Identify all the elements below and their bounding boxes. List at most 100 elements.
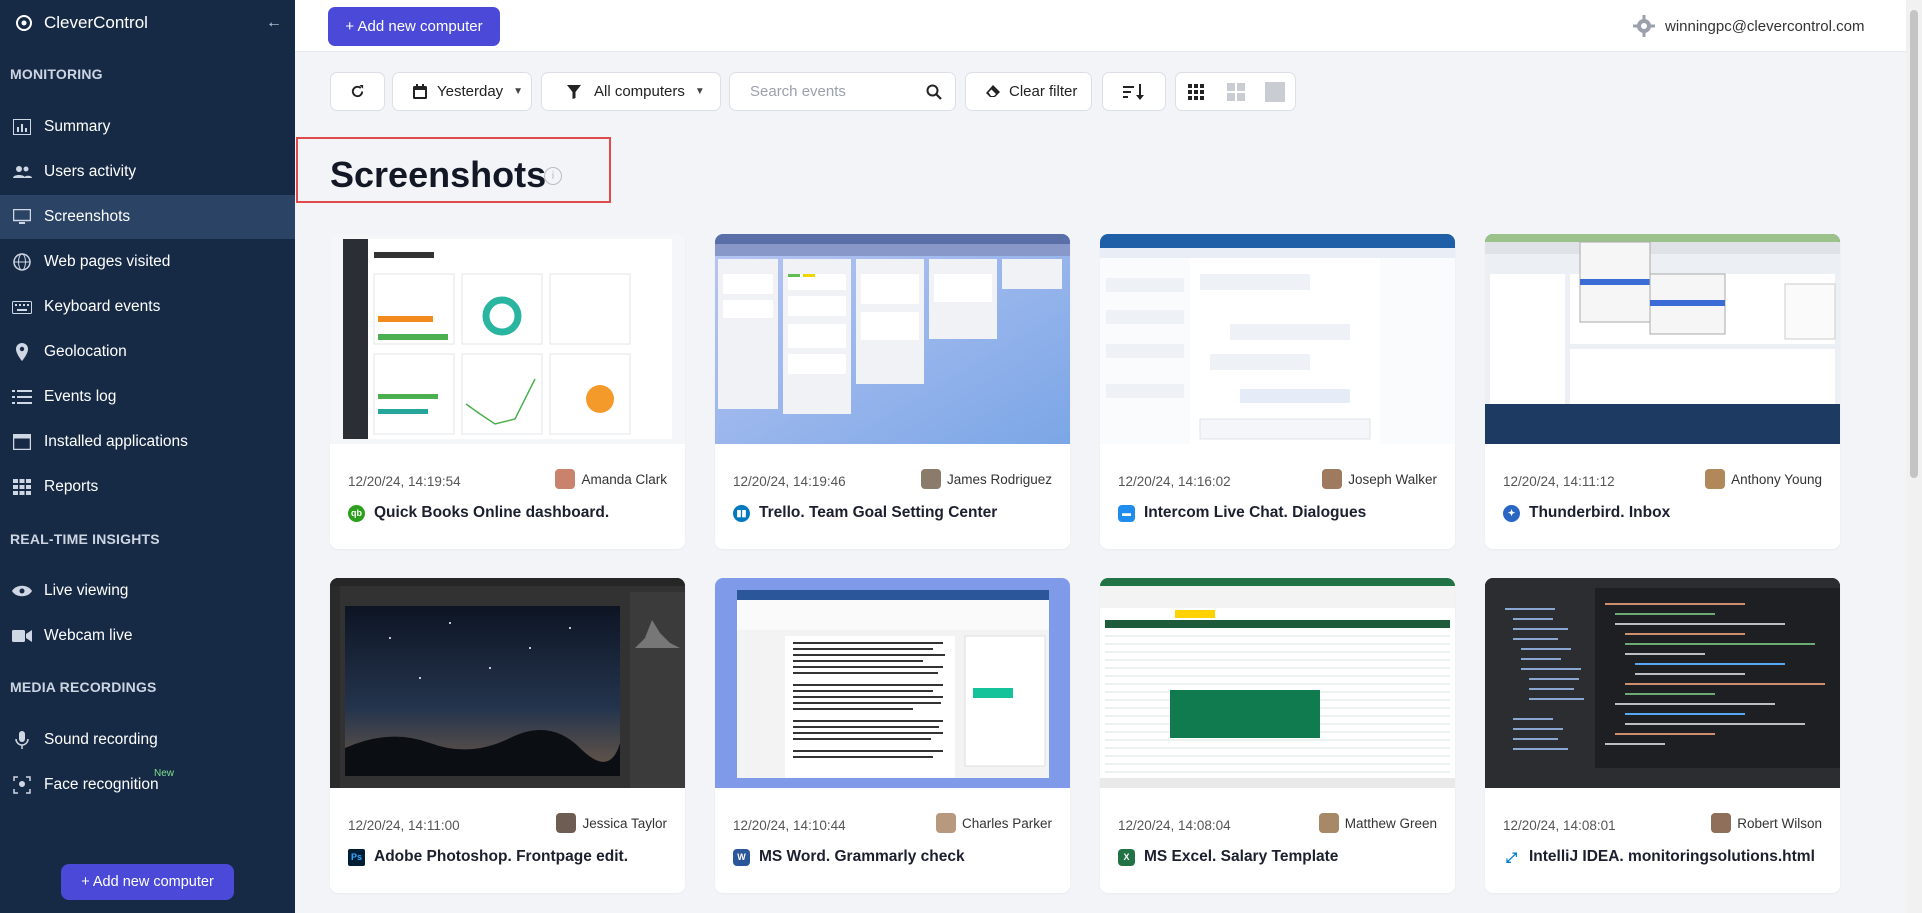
- screenshot-caption: ▮▮ Trello. Team Goal Setting Center: [733, 504, 997, 522]
- brand[interactable]: CleverControl ←: [0, 0, 295, 46]
- caption-text: MS Excel. Salary Template: [1144, 848, 1339, 865]
- sidebar-add-computer-button[interactable]: + Add new computer: [61, 864, 234, 900]
- screenshot-user: Joseph Walker: [1322, 469, 1437, 489]
- search-input[interactable]: [750, 83, 920, 100]
- screenshot-thumbnail[interactable]: [330, 578, 685, 788]
- screenshot-card[interactable]: 12/20/24, 14:10:44 Charles Parker W MS W…: [715, 578, 1070, 893]
- video-camera-icon: [12, 626, 32, 646]
- clevercontrol-logo-icon: [16, 15, 32, 31]
- sidebar-item-reports[interactable]: Reports: [0, 465, 295, 509]
- section-monitoring: MONITORING: [10, 66, 103, 82]
- screenshot-card[interactable]: 12/20/24, 14:08:04 Matthew Green X MS Ex…: [1100, 578, 1455, 893]
- sidebar-item-label: Web pages visited: [44, 253, 171, 270]
- clear-filter-button[interactable]: Clear filter: [965, 72, 1092, 111]
- sidebar-item-webcam-live[interactable]: Webcam live: [0, 614, 295, 658]
- map-pin-icon: [12, 342, 32, 362]
- caption-text: MS Word. Grammarly check: [759, 848, 965, 865]
- bar-chart-icon: [12, 117, 32, 137]
- screenshot-user: Jessica Taylor: [556, 813, 667, 833]
- screenshot-thumbnail[interactable]: [715, 234, 1070, 444]
- vscode-icon: ⤢: [1503, 848, 1520, 866]
- chevron-down-icon: ▼: [694, 86, 705, 97]
- grid-icon: [12, 477, 32, 497]
- screenshot-thumbnail[interactable]: [715, 578, 1070, 788]
- screenshot-card[interactable]: 12/20/24, 14:11:00 Jessica Taylor Ps Ado…: [330, 578, 685, 893]
- view-switcher: [1175, 72, 1296, 111]
- page-scrollbar[interactable]: [1906, 0, 1922, 913]
- info-icon[interactable]: i: [544, 167, 562, 185]
- thunderbird-icon: ✦: [1503, 504, 1520, 522]
- refresh-icon: [351, 84, 364, 98]
- sidebar-item-screenshots[interactable]: Screenshots: [0, 195, 295, 239]
- grid-small-view-button[interactable]: [1176, 73, 1216, 110]
- computer-filter-dropdown[interactable]: All computers ▼: [541, 72, 721, 111]
- user-name: Charles Parker: [961, 815, 1052, 831]
- sidebar-item-summary[interactable]: Summary: [0, 105, 295, 149]
- gear-icon: [1633, 15, 1655, 37]
- sidebar-item-live-viewing[interactable]: Live viewing: [0, 569, 295, 613]
- refresh-button[interactable]: [330, 72, 385, 111]
- collapse-sidebar-icon[interactable]: ←: [266, 14, 282, 32]
- screenshot-thumbnail[interactable]: [330, 234, 685, 444]
- single-view-icon: [1265, 81, 1286, 102]
- sidebar-item-installed-applications[interactable]: Installed applications: [0, 420, 295, 464]
- scrollbar-thumb[interactable]: [1910, 10, 1918, 478]
- avatar: [935, 813, 956, 833]
- chevron-down-icon: ▼: [513, 86, 524, 97]
- user-name: Amanda Clark: [581, 471, 667, 487]
- microphone-icon: [12, 730, 32, 750]
- add-computer-button[interactable]: + Add new computer: [328, 7, 500, 46]
- grid-large-view-button[interactable]: [1216, 73, 1256, 110]
- screenshot-user: Matthew Green: [1318, 813, 1437, 833]
- screenshot-caption: Ps Adobe Photoshop. Frontpage edit.: [348, 848, 628, 866]
- sidebar: CleverControl ← MONITORING Summary Users…: [0, 0, 295, 913]
- screenshot-card[interactable]: 12/20/24, 14:19:54 Amanda Clark qb Quick…: [330, 234, 685, 549]
- sidebar-item-web-pages[interactable]: Web pages visited: [0, 240, 295, 284]
- screenshot-time: 12/20/24, 14:11:00: [348, 818, 460, 833]
- caption-text: Quick Books Online dashboard.: [374, 504, 610, 521]
- sidebar-item-users-activity[interactable]: Users activity: [0, 150, 295, 194]
- screenshot-time: 12/20/24, 14:08:01: [1503, 818, 1616, 833]
- sidebar-item-label: Geolocation: [44, 343, 127, 360]
- sidebar-item-label: Keyboard events: [44, 298, 161, 315]
- sidebar-item-sound-recording[interactable]: Sound recording: [0, 718, 295, 762]
- screenshot-card[interactable]: 12/20/24, 14:11:12 Anthony Young ✦ Thund…: [1485, 234, 1840, 549]
- sidebar-item-label: Users activity: [44, 163, 137, 180]
- date-filter-label: Yesterday: [437, 83, 504, 100]
- search-icon[interactable]: [926, 84, 942, 100]
- clear-filter-label: Clear filter: [1009, 83, 1078, 100]
- sidebar-item-label: Summary: [44, 118, 111, 135]
- sidebar-item-label: Events log: [44, 388, 117, 405]
- user-name: Joseph Walker: [1348, 471, 1437, 487]
- sidebar-item-geolocation[interactable]: Geolocation: [0, 330, 295, 374]
- screenshot-card[interactable]: 12/20/24, 14:19:46 James Rodriguez ▮▮ Tr…: [715, 234, 1070, 549]
- screenshot-user: Charles Parker: [935, 813, 1052, 833]
- word-icon: W: [733, 848, 750, 866]
- sidebar-item-label: Installed applications: [44, 433, 188, 450]
- screenshot-card[interactable]: 12/20/24, 14:08:01 Robert Wilson ⤢ Intel…: [1485, 578, 1840, 893]
- avatar: [1318, 813, 1339, 833]
- sidebar-item-face-recognition[interactable]: Face recognition New: [0, 763, 295, 807]
- keyboard-icon: [12, 297, 32, 317]
- section-realtime: REAL-TIME INSIGHTS: [10, 531, 160, 547]
- sort-button[interactable]: [1102, 72, 1166, 111]
- avatar: [920, 469, 941, 489]
- face-scan-icon: [12, 775, 32, 795]
- screenshot-thumbnail[interactable]: [1485, 234, 1840, 444]
- screenshot-thumbnail[interactable]: [1100, 578, 1455, 788]
- sort-icon: [1123, 83, 1144, 100]
- user-menu[interactable]: winningpc@clevercontrol.com: [1633, 15, 1864, 37]
- screenshot-caption: ✦ Thunderbird. Inbox: [1503, 504, 1670, 522]
- sidebar-item-label: Reports: [44, 478, 99, 495]
- screenshot-caption: ⤢ IntelliJ IDEA. monitoringsolutions.htm…: [1503, 848, 1815, 866]
- sidebar-item-label: Face recognition: [44, 776, 159, 793]
- screenshot-thumbnail[interactable]: [1100, 234, 1455, 444]
- sidebar-item-keyboard-events[interactable]: Keyboard events: [0, 285, 295, 329]
- caption-text: IntelliJ IDEA. monitoringsolutions.html: [1529, 848, 1815, 865]
- caption-text: Thunderbird. Inbox: [1529, 504, 1671, 521]
- screenshot-card[interactable]: 12/20/24, 14:16:02 Joseph Walker ▬ Inter…: [1100, 234, 1455, 549]
- screenshot-thumbnail[interactable]: [1485, 578, 1840, 788]
- single-view-button[interactable]: [1255, 73, 1295, 110]
- date-filter-dropdown[interactable]: Yesterday ▼: [392, 72, 532, 111]
- sidebar-item-events-log[interactable]: Events log: [0, 375, 295, 419]
